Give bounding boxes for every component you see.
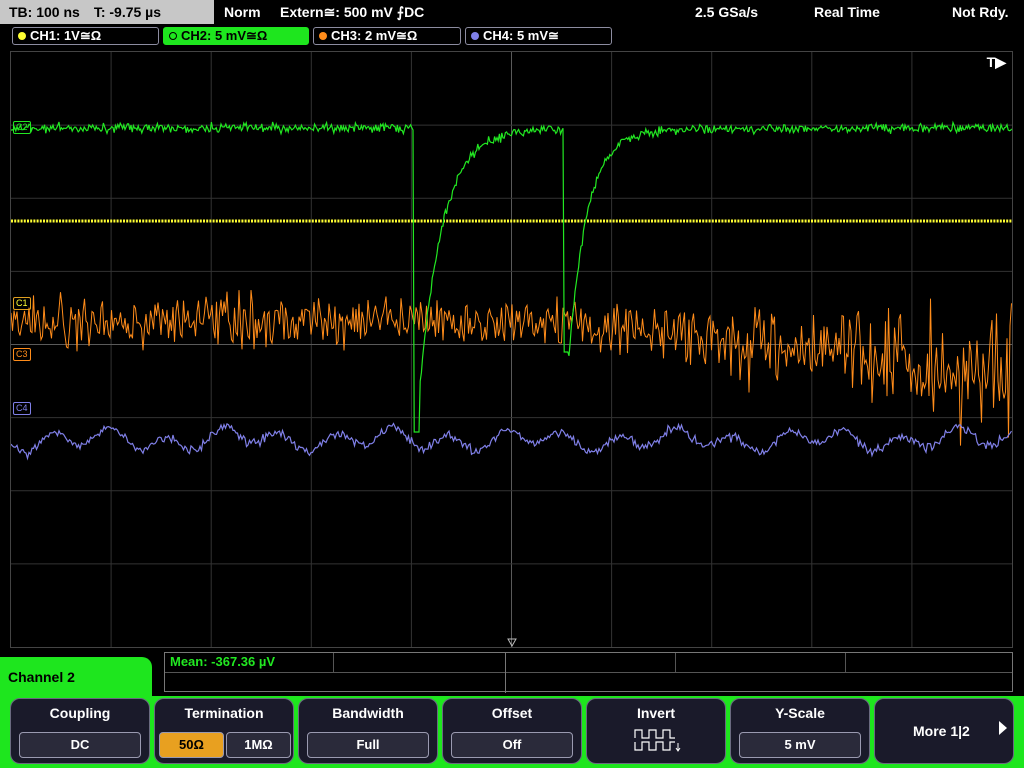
ch2-color-dot — [169, 32, 177, 40]
tab-ch1-label: CH1: 1V≅Ω — [30, 28, 102, 43]
graticule — [11, 52, 1012, 647]
tab-ch3-label: CH3: 2 mV≅Ω — [331, 28, 418, 43]
trigger-source[interactable]: Extern≅: 500 mV ⨍DC — [280, 0, 424, 24]
coupling-value[interactable]: DC — [19, 732, 141, 758]
ch2-offset-marker[interactable]: C2 — [13, 121, 31, 134]
ch3-offset-marker[interactable]: C3 — [13, 348, 31, 361]
softkey-bar: Coupling DC Termination 50Ω 1MΩ Bandwidt… — [0, 696, 1024, 768]
y-scale-value[interactable]: 5 mV — [739, 732, 861, 758]
waveform-canvas — [11, 52, 1012, 647]
ch1-offset-marker[interactable]: C1 — [13, 297, 31, 310]
waveform-display[interactable]: T▶ C2 C1 C3 C4 — [10, 51, 1013, 648]
tab-ch4-label: CH4: 5 mV≅ — [483, 28, 559, 43]
y-scale-softkey[interactable]: Y-Scale 5 mV — [730, 698, 870, 764]
termination-softkey[interactable]: Termination 50Ω 1MΩ — [154, 698, 294, 764]
timebase-label: TB: 100 ns — [9, 4, 80, 20]
sample-rate: 2.5 GSa/s — [695, 4, 759, 20]
offset-softkey[interactable]: Offset Off — [442, 698, 582, 764]
run-state: Not Rdy. — [952, 4, 1009, 20]
coupling-title: Coupling — [49, 705, 111, 721]
more-softkey[interactable]: More 1|2 — [874, 698, 1014, 764]
channel-menu-title: Channel 2 — [0, 657, 152, 701]
meas-divider — [333, 653, 334, 672]
offset-value[interactable]: Off — [451, 732, 573, 758]
invert-softkey[interactable]: Invert — [586, 698, 726, 764]
bandwidth-softkey[interactable]: Bandwidth Full — [298, 698, 438, 764]
meas-divider — [675, 653, 676, 672]
channel-menu-title-text: Channel 2 — [8, 669, 75, 685]
termination-title: Termination — [184, 705, 264, 721]
invert-title: Invert — [636, 705, 676, 721]
trigger-time-label: T: -9.75 µs — [93, 4, 162, 20]
bandwidth-value[interactable]: Full — [307, 732, 429, 758]
bandwidth-title: Bandwidth — [332, 705, 404, 721]
mean-measurement[interactable]: Mean: -367.36 µV — [170, 654, 275, 669]
tab-ch3[interactable]: CH3: 2 mV≅Ω — [313, 27, 461, 45]
ch4-offset-marker[interactable]: C4 — [13, 402, 31, 415]
next-page-icon — [999, 721, 1007, 735]
status-bar: TB: 100 ns T: -9.75 µs Norm Extern≅: 500 … — [0, 0, 1024, 24]
termination-1mohm-option[interactable]: 1MΩ — [226, 732, 291, 758]
timebase-box[interactable]: TB: 100 ns T: -9.75 µs — [0, 0, 214, 24]
meas-divider — [505, 653, 506, 693]
offset-title: Offset — [491, 705, 533, 721]
ch1-color-dot — [18, 32, 26, 40]
invert-waveform-icon — [634, 729, 681, 752]
tab-ch2-label: CH2: 5 mV≅Ω — [181, 28, 268, 43]
measurement-row-1: Mean: -367.36 µV — [165, 653, 1012, 673]
tab-ch2[interactable]: CH2: 5 mV≅Ω — [163, 27, 309, 45]
tab-ch1[interactable]: CH1: 1V≅Ω — [12, 27, 159, 45]
trigger-mode[interactable]: Norm — [224, 0, 261, 24]
coupling-softkey[interactable]: Coupling DC — [10, 698, 150, 764]
ch3-color-dot — [319, 32, 327, 40]
meas-divider — [845, 653, 846, 672]
measurement-panel: Mean: -367.36 µV — [164, 652, 1013, 693]
channel-tabs: CH1: 1V≅Ω CH2: 5 mV≅Ω CH3: 2 mV≅Ω CH4: 5… — [0, 24, 1024, 48]
termination-50ohm-option[interactable]: 50Ω — [159, 732, 224, 758]
trigger-position-marker[interactable]: T▶ — [987, 54, 1006, 71]
y-scale-title: Y-Scale — [775, 705, 825, 721]
acquisition-mode: Real Time — [814, 4, 880, 20]
ch4-color-dot — [471, 32, 479, 40]
more-label: More 1|2 — [913, 723, 970, 739]
tab-ch4[interactable]: CH4: 5 mV≅ — [465, 27, 612, 45]
